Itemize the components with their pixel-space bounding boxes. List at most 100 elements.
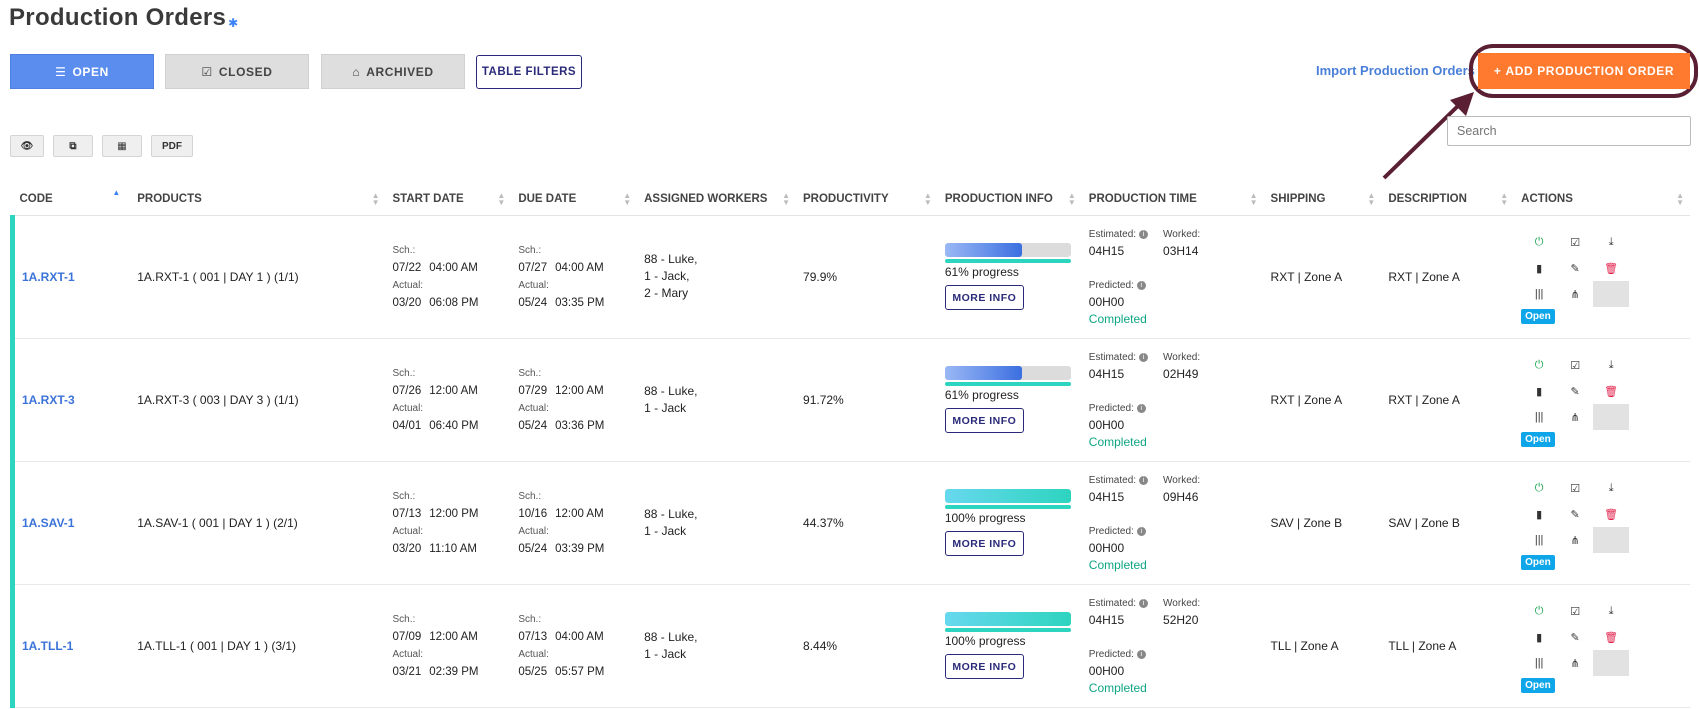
copy-icon[interactable]: ⧉ (53, 135, 93, 157)
order-code-link[interactable]: 1A.RXT-3 (22, 393, 75, 407)
list-icon: ☰ (55, 64, 67, 79)
barcode-icon[interactable]: ||| (1521, 281, 1558, 307)
sch-label: Sch.: (392, 244, 416, 256)
edit-icon[interactable]: ✎ (1557, 378, 1594, 404)
info-icon[interactable]: i (1139, 475, 1149, 485)
order-code-link[interactable]: 1A.SAV-1 (22, 516, 74, 530)
sitemap-icon[interactable]: ⋔ (1557, 527, 1594, 553)
sitemap-icon[interactable]: ⋔ (1557, 404, 1594, 430)
col-production-time[interactable]: PRODUCTION TIME ▲ ▼ (1081, 183, 1264, 216)
info-icon[interactable]: i (1139, 352, 1149, 362)
check-square-icon[interactable]: ☑ (1557, 598, 1594, 624)
due-date-cell: Sch.: 10/16 12:00 AM Actual: 05/24 03:39 P… (511, 461, 638, 585)
col-shipping[interactable]: SHIPPING ▲ ▼ (1263, 183, 1382, 216)
gear-icon[interactable]: ✱ (228, 16, 238, 30)
barcode-icon[interactable]: ||| (1521, 650, 1558, 676)
check-square-icon[interactable]: ☑ (1557, 352, 1594, 378)
download-icon[interactable]: ⤓ (1593, 352, 1630, 378)
more-info-button[interactable]: MORE INFO (944, 531, 1024, 556)
tab-archived[interactable]: ⌂ ARCHIVED (321, 54, 465, 89)
order-code-link[interactable]: 1A.RXT-1 (22, 270, 75, 284)
edit-icon[interactable]: ✎ (1557, 255, 1594, 281)
file-icon[interactable]: ▮ (1521, 378, 1558, 404)
info-icon[interactable]: i (1136, 280, 1146, 290)
info-icon[interactable]: i (1136, 649, 1146, 659)
shipping-cell: RXT | Zone A (1263, 215, 1382, 339)
more-info-button[interactable]: MORE INFO (944, 654, 1024, 679)
sitemap-icon[interactable]: ⋔ (1557, 281, 1594, 307)
add-production-order-label: ADD PRODUCTION ORDER (1505, 64, 1675, 78)
col-code[interactable]: CODE ▲ (12, 183, 131, 216)
progress-underline (944, 382, 1071, 386)
col-assigned-workers[interactable]: ASSIGNED WORKERS ▲ ▼ (637, 183, 797, 216)
col-due-date[interactable]: DUE DATE ▲ ▼ (511, 183, 638, 216)
col-start-date[interactable]: START DATE ▲ ▼ (385, 183, 512, 216)
start-sch-date: 07/09 (392, 630, 422, 643)
production-time-cell: Estimated: i 04H15 Worked: 03H14 Predicte… (1081, 215, 1264, 339)
check-square-icon[interactable]: ☑ (1557, 475, 1594, 501)
sch-label: Sch.: (518, 367, 542, 379)
tab-closed[interactable]: ☑ CLOSED (165, 54, 309, 89)
barcode-icon[interactable]: ||| (1521, 527, 1558, 553)
info-icon[interactable]: i (1136, 403, 1146, 413)
edit-icon[interactable]: ✎ (1557, 624, 1594, 650)
table-filters-button[interactable]: TABLE FILTERS (476, 55, 582, 89)
progress-fill (944, 243, 1022, 257)
col-production-info[interactable]: PRODUCTION INFO ▲ ▼ (937, 183, 1082, 216)
trash-icon[interactable]: 🗑 (1593, 378, 1630, 404)
file-icon[interactable]: ▮ (1521, 624, 1558, 650)
download-icon[interactable]: ⤓ (1593, 598, 1630, 624)
trash-icon[interactable]: 🗑 (1593, 624, 1630, 650)
trash-icon[interactable]: 🗑 (1593, 501, 1630, 527)
sitemap-icon[interactable]: ⋔ (1557, 650, 1594, 676)
col-description[interactable]: DESCRIPTION ▲ ▼ (1381, 183, 1515, 216)
productivity-cell: 91.72% (796, 338, 938, 462)
status-text: Completed (1088, 434, 1147, 449)
status-badge: Open (1521, 309, 1555, 324)
power-icon[interactable]: ⏻ (1521, 352, 1558, 378)
search-input[interactable] (1447, 116, 1691, 146)
sort-icon: ▲ ▼ (623, 191, 632, 207)
file-icon[interactable]: ▮ (1521, 501, 1558, 527)
sch-label: Sch.: (392, 613, 416, 625)
due-sch-time: 04:00 AM (555, 261, 604, 274)
more-info-button[interactable]: MORE INFO (944, 408, 1024, 433)
order-code-link[interactable]: 1A.TLL-1 (22, 639, 73, 653)
col-products[interactable]: PRODUCTS ▲ ▼ (130, 183, 386, 216)
page-title: Production Orders ✱ (9, 4, 239, 32)
sort-icon: ▲ ▼ (1500, 191, 1509, 207)
table-icon[interactable]: ▦ (102, 135, 142, 157)
info-icon[interactable]: i (1139, 229, 1149, 239)
status-badge: Open (1521, 432, 1555, 447)
info-icon[interactable]: i (1136, 526, 1146, 536)
power-icon[interactable]: ⏻ (1521, 229, 1558, 255)
col-productivity[interactable]: PRODUCTIVITY ▲ ▼ (796, 183, 938, 216)
barcode-icon[interactable]: ||| (1521, 404, 1558, 430)
worked-value: 09H46 (1163, 489, 1199, 504)
worker-name: 88 - Luke, (644, 383, 698, 398)
power-icon[interactable]: ⏻ (1521, 598, 1558, 624)
pdf-button[interactable]: PDF (151, 135, 193, 157)
col-actions[interactable]: ACTIONS ▲ ▼ (1514, 183, 1690, 216)
due-act-date: 05/24 (518, 542, 548, 555)
import-production-orders-link[interactable]: Import Production Orders (1316, 63, 1475, 78)
power-icon[interactable]: ⏻ (1521, 475, 1558, 501)
due-act-time: 03:35 PM (555, 296, 605, 309)
estimated-label: Estimated: (1088, 474, 1137, 486)
info-icon[interactable]: i (1139, 598, 1149, 608)
download-icon[interactable]: ⤓ (1593, 229, 1630, 255)
download-icon[interactable]: ⤓ (1593, 475, 1630, 501)
page-title-text: Production Orders (9, 4, 227, 31)
edit-icon[interactable]: ✎ (1557, 501, 1594, 527)
add-production-order-button[interactable]: + ADD PRODUCTION ORDER (1478, 53, 1690, 89)
production-info-cell: 61% progress MORE INFO (937, 215, 1082, 339)
worked-value: 02H49 (1163, 366, 1199, 381)
check-square-icon[interactable]: ☑ (1557, 229, 1594, 255)
trash-icon[interactable]: 🗑 (1593, 255, 1630, 281)
start-date-cell: Sch.: 07/13 12:00 PM Actual: 03/20 11:10 A… (385, 461, 512, 585)
more-info-button[interactable]: MORE INFO (944, 285, 1024, 310)
tab-open[interactable]: ☰ OPEN (10, 54, 154, 89)
file-icon[interactable]: ▮ (1521, 255, 1558, 281)
production-info-cell: 61% progress MORE INFO (937, 338, 1082, 462)
eye-icon[interactable]: 👁 (10, 135, 44, 157)
